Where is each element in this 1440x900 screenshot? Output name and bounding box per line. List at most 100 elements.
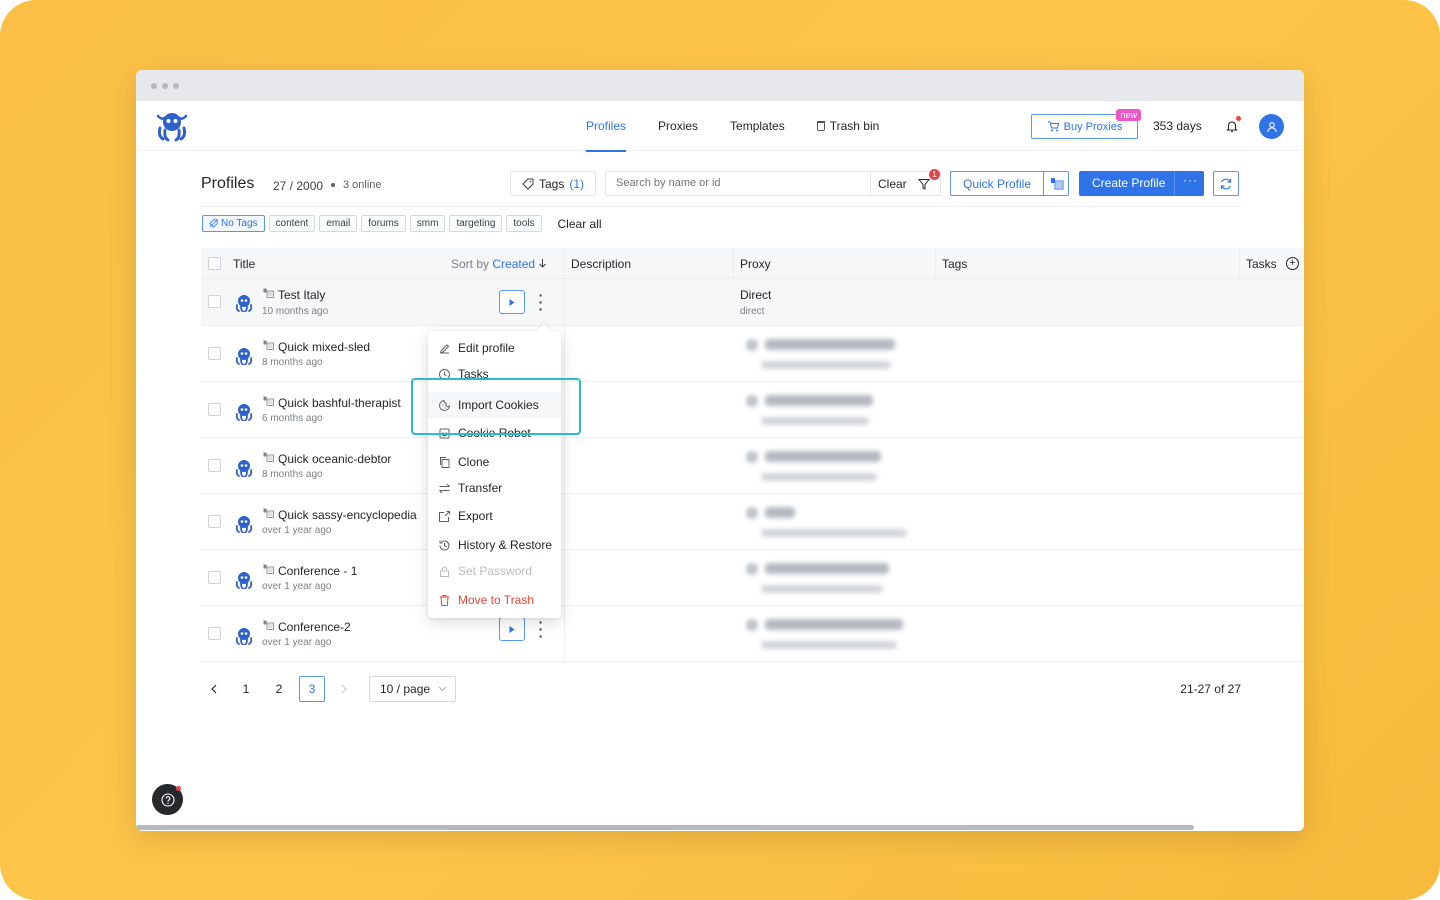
create-profile-button[interactable]: Create Profile ···	[1079, 171, 1204, 196]
sort-value: Created	[492, 257, 536, 271]
tag-chip-smm[interactable]: smm	[409, 215, 446, 232]
octopus-logo-icon[interactable]	[154, 110, 190, 142]
column-divider[interactable]	[733, 248, 734, 279]
tab-profiles[interactable]: Profiles	[570, 101, 642, 152]
proxy-value-redacted	[765, 395, 873, 406]
table-row[interactable]: Quick mixed-sled 8 months ago	[201, 326, 1304, 382]
quick-profile-button[interactable]: Quick Profile	[950, 171, 1069, 196]
table-row[interactable]: Quick oceanic-debtor 8 months ago	[201, 438, 1304, 494]
page-button[interactable]: 2	[266, 676, 292, 702]
menu-item-label: Transfer	[458, 481, 503, 495]
column-title[interactable]: Title	[233, 257, 255, 271]
page-button-current[interactable]: 3	[299, 676, 325, 702]
row-checkbox[interactable]	[208, 571, 221, 584]
row-menu-button[interactable]: · · ·	[537, 288, 545, 316]
add-task-column-icon[interactable]: +	[1286, 257, 1299, 270]
window-dot[interactable]	[173, 82, 179, 89]
menu-item-label: Edit profile	[458, 341, 515, 355]
tag-icon	[522, 178, 534, 190]
start-profile-button[interactable]	[499, 617, 525, 641]
create-profile-more-button[interactable]: ···	[1183, 173, 1198, 187]
page-button[interactable]: 1	[233, 676, 259, 702]
refresh-icon	[1220, 178, 1232, 189]
page-size-select[interactable]: 10 / page	[369, 676, 456, 702]
tab-proxies[interactable]: Proxies	[642, 101, 714, 151]
refresh-button[interactable]	[1213, 171, 1239, 196]
profile-name[interactable]: Test Italy	[278, 288, 325, 302]
chip-label: No Tags	[221, 218, 258, 229]
menu-item-edit-profile[interactable]: Edit profile	[428, 335, 561, 361]
table-row[interactable]: Quick sassy-encyclopedia over 1 year ago	[201, 494, 1304, 550]
table-row[interactable]: Conference-2 over 1 year ago · · ·	[201, 606, 1304, 662]
menu-item-history-restore[interactable]: History & Restore	[428, 532, 561, 558]
tag-chip-content[interactable]: content	[268, 215, 316, 232]
table-row[interactable]: Conference - 1 over 1 year ago	[201, 550, 1304, 606]
column-tags[interactable]: Tags	[942, 257, 967, 271]
row-checkbox[interactable]	[208, 347, 221, 360]
menu-item-export[interactable]: Export	[428, 503, 561, 529]
menu-item-clone[interactable]: Clone	[428, 449, 561, 475]
tags-button[interactable]: Tags (1)	[510, 171, 596, 196]
row-checkbox[interactable]	[208, 459, 221, 472]
column-divider[interactable]	[564, 248, 565, 279]
horizontal-scrollbar[interactable]	[136, 825, 1194, 830]
row-menu-button[interactable]: · · ·	[537, 615, 545, 643]
clear-search-button[interactable]: Clear	[878, 177, 907, 191]
profile-name[interactable]: Quick mixed-sled	[278, 340, 370, 354]
select-all-checkbox[interactable]	[208, 257, 221, 270]
os-icon	[263, 340, 274, 350]
lock-icon	[440, 566, 449, 577]
column-tasks[interactable]: Tasks	[1246, 257, 1277, 271]
row-checkbox[interactable]	[208, 295, 221, 308]
avatar[interactable]	[1259, 114, 1284, 139]
filter-icon[interactable]	[918, 178, 930, 190]
tag-chip-targeting[interactable]: targeting	[449, 215, 503, 232]
browser-profile-icon	[235, 348, 253, 365]
tab-templates[interactable]: Templates	[714, 101, 801, 151]
profile-name[interactable]: Conference - 1	[278, 564, 357, 578]
prev-page-button[interactable]	[201, 676, 227, 702]
tab-trash-bin[interactable]: Trash bin	[801, 101, 896, 151]
menu-item-label: Clone	[458, 455, 490, 469]
tag-chip-forums[interactable]: forums	[361, 215, 406, 232]
chevron-down-icon	[438, 686, 447, 692]
row-checkbox[interactable]	[208, 403, 221, 416]
buy-proxies-button[interactable]: Buy Proxies new	[1031, 109, 1141, 139]
profile-name[interactable]: Quick oceanic-debtor	[278, 452, 391, 466]
column-divider[interactable]	[1239, 248, 1240, 279]
play-icon	[509, 625, 515, 633]
online-count: 3 online	[331, 179, 382, 191]
column-divider	[564, 606, 565, 661]
bell-icon[interactable]	[1225, 119, 1239, 133]
tag-chip-email[interactable]: email	[319, 215, 358, 232]
menu-item-move-to-trash[interactable]: Move to Trash	[428, 587, 561, 613]
profile-name[interactable]: Quick bashful-therapist	[278, 396, 401, 410]
tag-chip-no-tags[interactable]: No Tags	[202, 215, 265, 232]
column-divider[interactable]	[935, 248, 936, 279]
menu-item-transfer[interactable]: Transfer	[428, 475, 561, 501]
menu-item-set-password[interactable]: Set Password	[428, 558, 561, 584]
search-input[interactable]	[616, 177, 856, 189]
row-checkbox[interactable]	[208, 627, 221, 640]
os-icon	[263, 564, 274, 574]
clear-all-tags-button[interactable]: Clear all	[558, 217, 602, 231]
profile-name[interactable]: Conference-2	[278, 620, 351, 634]
next-page-button[interactable]	[331, 676, 357, 702]
column-description[interactable]: Description	[571, 257, 631, 271]
tags-count: (1)	[569, 176, 585, 191]
column-proxy[interactable]: Proxy	[740, 257, 771, 271]
row-checkbox[interactable]	[208, 515, 221, 528]
tag-chip-tools[interactable]: tools	[506, 215, 542, 232]
profile-name[interactable]: Quick sassy-encyclopedia	[278, 508, 417, 522]
filter-badge: 1	[929, 169, 940, 180]
os-icon	[263, 508, 274, 518]
proxy-detail-redacted	[761, 473, 877, 481]
window-dot[interactable]	[151, 82, 157, 89]
sort-control[interactable]: Sort by Created	[451, 257, 547, 271]
table-row[interactable]: Test Italy 10 months ago · · · Direct dire…	[201, 279, 1304, 326]
column-divider	[564, 438, 565, 493]
table-row[interactable]: Quick bashful-therapist 6 months ago	[201, 382, 1304, 438]
start-profile-button[interactable]	[499, 290, 525, 314]
window-dot[interactable]	[162, 82, 168, 89]
quick-profile-os-icon[interactable]	[1050, 177, 1064, 190]
